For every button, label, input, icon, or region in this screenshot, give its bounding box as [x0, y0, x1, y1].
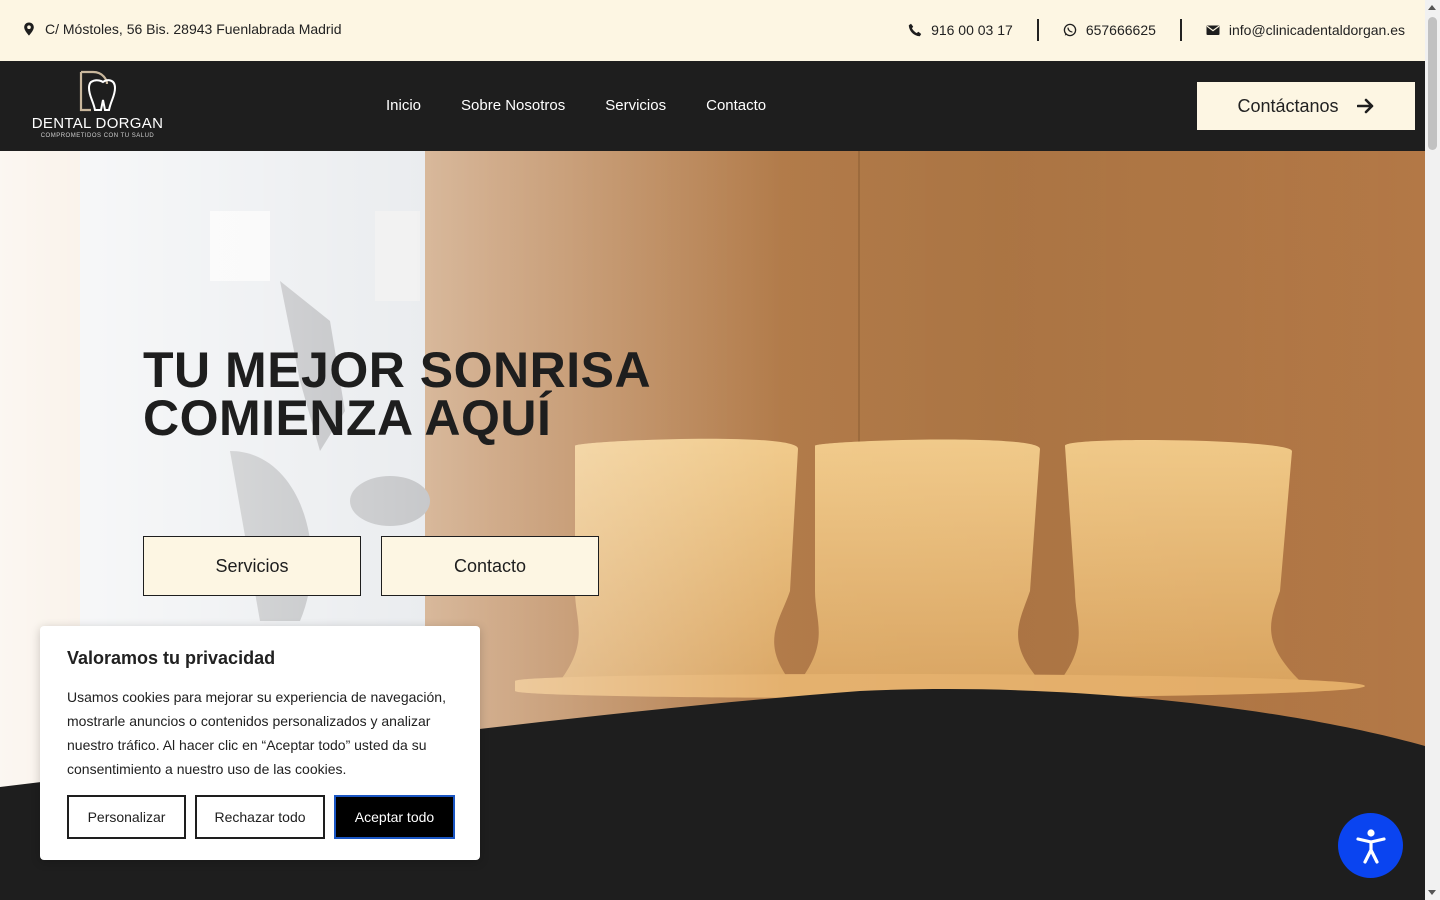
services-button[interactable]: Servicios — [143, 536, 361, 596]
cookie-consent-banner: Valoramos tu privacidad Usamos cookies p… — [40, 626, 480, 860]
arrow-right-icon — [1356, 98, 1373, 114]
phone-link[interactable]: 916 00 03 17 — [884, 18, 1037, 42]
email-text: info@clinicadentaldorgan.es — [1228, 22, 1405, 38]
reject-all-button[interactable]: Rechazar todo — [195, 795, 325, 839]
location-pin-icon — [24, 22, 34, 36]
logo-name: DENTAL DORGAN — [31, 115, 164, 132]
accessibility-icon — [1355, 828, 1386, 864]
nav-item-inicio[interactable]: Inicio — [386, 97, 421, 114]
whatsapp-icon — [1063, 23, 1077, 37]
contact-button[interactable]: Contacto — [381, 536, 599, 596]
phone-text: 916 00 03 17 — [931, 22, 1013, 38]
logo-tagline: COMPROMETIDOS CON TU SALUD — [40, 133, 155, 139]
tooth-logo-icon — [79, 70, 117, 112]
main-navbar: DENTAL DORGAN COMPROMETIDOS CON TU SALUD… — [0, 61, 1425, 151]
scroll-up-arrow[interactable] — [1428, 5, 1436, 10]
whatsapp-link[interactable]: 657666625 — [1039, 18, 1180, 42]
envelope-icon — [1206, 25, 1220, 35]
cookie-actions: Personalizar Rechazar todo Aceptar todo — [67, 795, 455, 839]
scroll-thumb[interactable] — [1428, 17, 1437, 150]
address: C/ Móstoles, 56 Bis. 28943 Fuenlabrada M… — [22, 21, 342, 37]
address-text: C/ Móstoles, 56 Bis. 28943 Fuenlabrada M… — [45, 21, 342, 37]
cookie-text: Usamos cookies para mejorar su experienc… — [67, 689, 446, 777]
nav-item-sobre-nosotros[interactable]: Sobre Nosotros — [461, 97, 565, 114]
nav-item-contacto[interactable]: Contacto — [706, 97, 766, 114]
email-link[interactable]: info@clinicadentaldorgan.es — [1182, 18, 1405, 42]
page-scrollbar[interactable] — [1425, 0, 1440, 900]
logo[interactable]: DENTAL DORGAN COMPROMETIDOS CON TU SALUD — [29, 70, 169, 142]
contact-cta-button[interactable]: Contáctanos — [1197, 82, 1415, 130]
top-info-bar: C/ Móstoles, 56 Bis. 28943 Fuenlabrada M… — [0, 0, 1425, 61]
cta-label: Contáctanos — [1237, 95, 1339, 116]
customize-button[interactable]: Personalizar — [67, 795, 186, 839]
whatsapp-text: 657666625 — [1085, 22, 1156, 38]
phone-icon — [908, 23, 922, 37]
hero-headline: TU MEJOR SONRISA COMIENZA AQUÍ — [143, 345, 651, 443]
contact-links: 916 00 03 17 657666625 info@clinicadenta… — [884, 18, 1405, 42]
headline-line-2: COMIENZA AQUÍ — [143, 390, 552, 446]
cookie-title: Valoramos tu privacidad — [67, 648, 276, 668]
scroll-down-arrow[interactable] — [1428, 890, 1436, 895]
primary-nav: Inicio Sobre Nosotros Servicios Contacto — [386, 97, 766, 114]
nav-item-servicios[interactable]: Servicios — [605, 97, 666, 114]
accessibility-button[interactable] — [1338, 813, 1403, 878]
accept-all-button[interactable]: Aceptar todo — [334, 795, 455, 839]
